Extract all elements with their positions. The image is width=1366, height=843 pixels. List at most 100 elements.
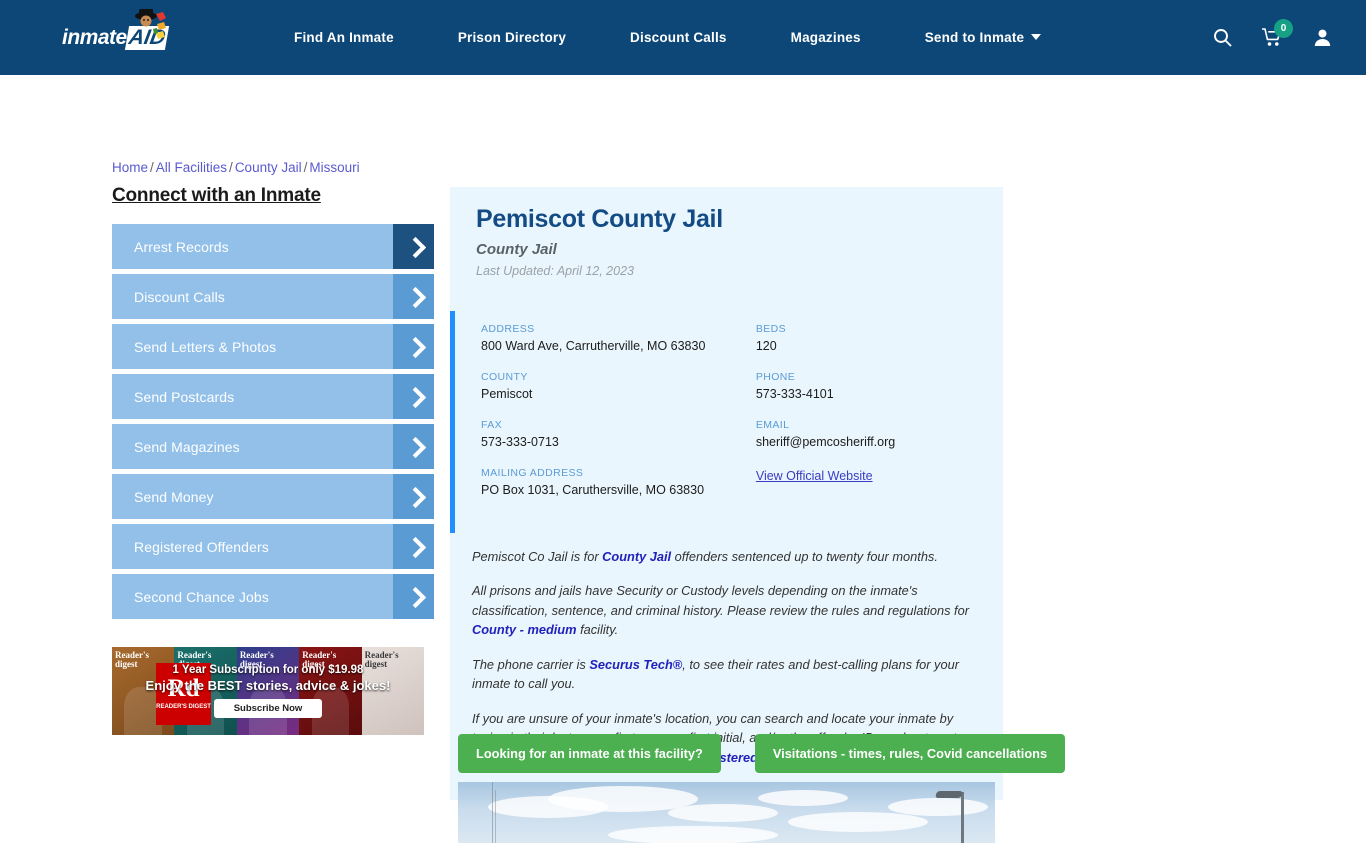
sidebar-item-label: Arrest Records [134, 238, 229, 255]
detail-label: COUNTY [481, 371, 528, 383]
sidebar-item-send-magazines[interactable]: Send Magazines [112, 424, 434, 469]
detail-beds: BEDS 120 [756, 323, 1003, 353]
radio-tower [492, 782, 493, 843]
detail-email: EMAIL sheriff@pemcosheriff.org [756, 419, 1003, 449]
ad-cover-title: Reader's digest [302, 650, 337, 669]
user-icon[interactable] [1313, 28, 1332, 47]
chevron-right-icon [393, 324, 434, 369]
chevron-right-icon [393, 574, 434, 619]
sidebar-item-label: Send Magazines [134, 438, 240, 455]
chevron-right-icon [393, 474, 434, 519]
breadcrumb: Home / All Facilities / County Jail / Missouri [112, 160, 360, 175]
ad-brand-initials: Rd [167, 675, 200, 703]
nav-item-magazines[interactable]: Magazines [759, 30, 893, 45]
nav-item-send-to-inmate[interactable]: Send to Inmate [893, 30, 1074, 45]
action-button-row: Looking for an inmate at this facility? … [458, 734, 1066, 773]
sidebar-item-discount-calls[interactable]: Discount Calls [112, 274, 434, 319]
desc-text: Pemiscot Co Jail is for [472, 549, 603, 564]
street-lamp-head [934, 791, 964, 798]
sidebar-item-label: Send Money [134, 488, 214, 505]
mascot-icon [135, 8, 166, 39]
detail-label: EMAIL [755, 419, 790, 431]
last-updated: Last Updated: April 12, 2023 [476, 264, 634, 278]
sidebar-item-send-money[interactable]: Send Money [112, 474, 434, 519]
nav-item-discount-calls[interactable]: Discount Calls [598, 30, 759, 45]
desc-text: The phone carrier is [472, 656, 590, 672]
description-paragraph-2: All prisons and jails have Security or C… [472, 581, 981, 639]
official-website-link-wrap: View Official Website [756, 467, 1003, 485]
facility-details-left-column: ADDRESS 800 Ward Ave, Carrutherville, MO… [481, 323, 756, 515]
detail-county: COUNTY Pemiscot [481, 371, 756, 401]
sidebar-item-label: Registered Offenders [134, 538, 269, 555]
detail-value: 573-333-4101 [755, 387, 834, 401]
sidebar-item-send-postcards[interactable]: Send Postcards [112, 374, 434, 419]
chevron-right-icon [393, 424, 434, 469]
sidebar-item-registered-offenders[interactable]: Registered Offenders [112, 524, 434, 569]
detail-label: MAILING ADDRESS [481, 467, 584, 479]
main-nav: Find An Inmate Prison Directory Discount… [262, 30, 1213, 45]
detail-fax: FAX 573-333-0713 [481, 419, 756, 449]
ad-cover-title: Reader's digest [239, 650, 274, 669]
sidebar-item-send-letters-photos[interactable]: Send Letters & Photos [112, 324, 434, 369]
street-lamp-pole [961, 792, 964, 843]
sidebar-title: Connect with an Inmate [112, 185, 321, 206]
ad-cover: Reader's digest [236, 647, 300, 735]
sidebar-item-label: Send Letters & Photos [134, 338, 277, 355]
desc-text: offenders sentenced up to twenty four mo… [671, 549, 938, 564]
nav-item-prison-directory[interactable]: Prison Directory [426, 30, 598, 45]
breadcrumb-item-all-facilities[interactable]: All Facilities [156, 160, 227, 175]
detail-label: PHONE [755, 371, 796, 383]
header-icon-group: 0 [1213, 19, 1342, 47]
detail-label: ADDRESS [481, 323, 535, 335]
desc-link-securus-tech[interactable]: Securus Tech® [589, 657, 682, 672]
facility-description: Pemiscot Co Jail is for County Jail offe… [450, 533, 1003, 767]
official-website-link[interactable]: View Official Website [756, 469, 873, 483]
desc-link-county-medium[interactable]: County - medium [472, 622, 577, 637]
radio-tower-secondary [495, 790, 496, 843]
desc-link-county-jail[interactable]: County Jail [602, 549, 671, 564]
detail-label: FAX [481, 419, 503, 431]
ad-cover: Reader's digest [361, 647, 424, 735]
detail-value: 120 [755, 339, 777, 353]
cart-icon[interactable]: 0 [1262, 19, 1293, 47]
sidebar-item-label: Discount Calls [134, 288, 225, 305]
detail-value: sheriff@pemcosheriff.org [755, 435, 896, 449]
detail-value: 573-333-0713 [481, 435, 559, 449]
facility-type: County Jail [476, 241, 557, 258]
visitations-button[interactable]: Visitations - times, rules, Covid cancel… [754, 734, 1066, 773]
detail-value: 800 Ward Ave, Carrutherville, MO 63830 [481, 339, 706, 353]
desc-text: All prisons and jails have Security or C… [472, 583, 969, 618]
page-title: Pemiscot County Jail [476, 205, 723, 233]
ad-brand-logo: Rd READER'S DIGEST [156, 663, 211, 725]
facility-panel: Pemiscot County Jail County Jail Last Up… [450, 187, 1003, 800]
detail-address: ADDRESS 800 Ward Ave, Carrutherville, MO… [481, 323, 756, 353]
search-icon[interactable] [1213, 28, 1232, 47]
description-paragraph-3: The phone carrier is Securus Tech®, to s… [472, 655, 981, 694]
sidebar-item-label: Send Postcards [134, 388, 235, 405]
detail-mailing-address: MAILING ADDRESS PO Box 1031, Caruthersvi… [481, 467, 756, 497]
sidebar-item-second-chance-jobs[interactable]: Second Chance Jobs [112, 574, 434, 619]
ad-cover: Reader's digest [299, 647, 362, 735]
advertisement-banner[interactable]: Reader's digest Reader's digest Reader's… [112, 647, 424, 735]
nav-item-find-an-inmate[interactable]: Find An Inmate [262, 30, 426, 45]
breadcrumb-item-county-jail[interactable]: County Jail [235, 160, 302, 175]
cart-count-badge: 0 [1274, 19, 1293, 38]
ad-cover-title: Reader's digest [364, 650, 399, 669]
sidebar-item-label: Second Chance Jobs [134, 588, 269, 605]
breadcrumb-item-home[interactable]: Home [112, 160, 148, 175]
facility-details-right-column: BEDS 120 PHONE 573-333-4101 EMAIL sherif… [756, 323, 1003, 515]
facility-header: Pemiscot County Jail County Jail Last Up… [450, 187, 1003, 284]
breadcrumb-separator: / [150, 160, 154, 175]
sidebar-item-arrest-records[interactable]: Arrest Records [112, 224, 434, 269]
description-paragraph-1: Pemiscot Co Jail is for County Jail offe… [472, 547, 981, 566]
chevron-right-icon [393, 374, 434, 419]
breadcrumb-item-missouri[interactable]: Missouri [309, 160, 359, 175]
inmate-search-button[interactable]: Looking for an inmate at this facility? [458, 734, 721, 773]
logo[interactable]: inmate AID [62, 8, 182, 59]
desc-text: facility. [576, 622, 619, 638]
sidebar: Connect with an Inmate Arrest Records Di… [112, 185, 434, 624]
detail-value: PO Box 1031, Caruthersville, MO 63830 [481, 483, 705, 497]
logo-text: inmate [62, 25, 127, 49]
site-header: inmate AID Find An Inmate Prison Director… [0, 0, 1366, 75]
chevron-right-icon [393, 274, 434, 319]
